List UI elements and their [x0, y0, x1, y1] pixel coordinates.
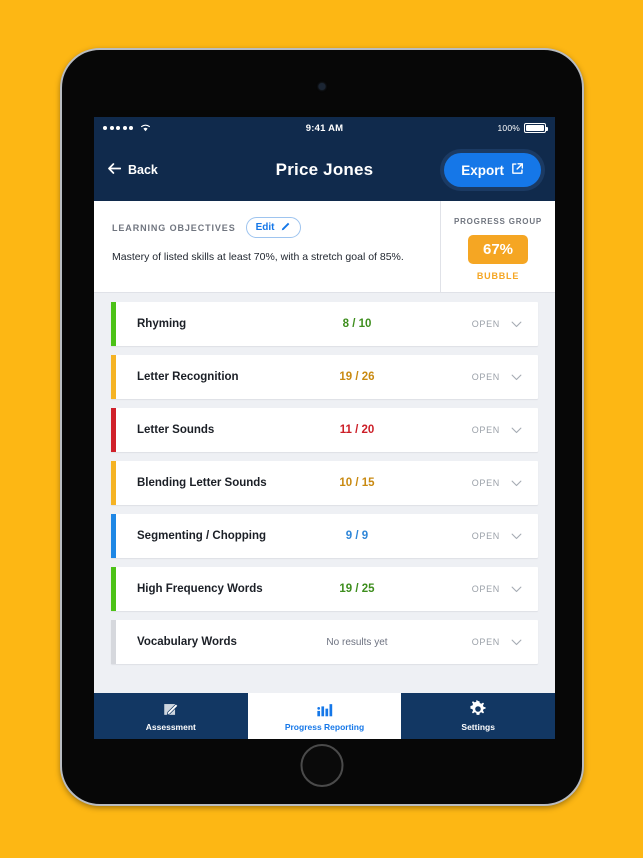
arrow-left-icon: [108, 163, 122, 177]
learning-objectives-text: Mastery of listed skills at least 70%, w…: [112, 251, 404, 263]
bar-chart-icon: [316, 701, 334, 718]
skill-status-bar: [111, 355, 116, 399]
skill-name: Segmenting / Chopping: [137, 530, 267, 542]
skill-open-control[interactable]: OPEN: [472, 478, 522, 488]
skill-score: 9 / 9: [345, 530, 369, 542]
skill-row[interactable]: Blending Letter Sounds 10 / 15 OPEN: [111, 461, 538, 505]
progress-group-caption: BUBBLE: [476, 271, 520, 281]
skill-row[interactable]: High Frequency Words 19 / 25 OPEN: [111, 567, 538, 611]
skill-open-control[interactable]: OPEN: [472, 372, 522, 382]
skill-status-bar: [111, 302, 116, 346]
skill-open-control[interactable]: OPEN: [472, 637, 522, 647]
skill-row[interactable]: Letter Sounds 11 / 20 OPEN: [111, 408, 538, 452]
chevron-down-icon: [511, 533, 522, 540]
status-bar-time: 9:41 AM: [305, 122, 344, 134]
skill-open-label: OPEN: [471, 531, 500, 541]
skill-score: 11 / 20: [339, 424, 375, 436]
skill-score: 19 / 26: [339, 371, 375, 383]
navigation-bar: Back Price Jones Export: [94, 139, 555, 201]
skill-open-control[interactable]: OPEN: [472, 531, 522, 541]
progress-group-label: PROGRESS GROUP: [453, 217, 543, 226]
back-button-label: Back: [128, 163, 158, 177]
chevron-down-icon: [511, 480, 522, 486]
battery-percent-label: 100%: [497, 123, 521, 133]
skill-status-bar: [111, 408, 116, 452]
learning-objectives-content: LEARNING OBJECTIVES Edit Mastery of list…: [94, 201, 440, 292]
gear-icon: [469, 699, 487, 718]
chevron-down-icon: [511, 427, 522, 433]
external-link-icon: [511, 162, 524, 178]
wifi-icon: [140, 123, 151, 134]
learning-objectives-label: LEARNING OBJECTIVES: [112, 222, 236, 233]
skill-open-control[interactable]: OPEN: [472, 425, 522, 435]
skill-open-label: OPEN: [471, 425, 500, 435]
pencil-square-icon: [162, 701, 180, 718]
home-button[interactable]: [300, 744, 344, 787]
chevron-down-icon: [511, 480, 522, 487]
skill-score: 10 / 15: [339, 477, 375, 489]
learning-objectives-panel: LEARNING OBJECTIVES Edit Mastery of list…: [94, 201, 555, 293]
learning-objectives-header: LEARNING OBJECTIVES Edit: [112, 217, 422, 238]
bottom-tab-bar: Assessment Progress Reporting Settings: [94, 693, 555, 739]
skill-status-bar: [111, 567, 116, 611]
battery-full-icon: [524, 123, 549, 133]
skill-score: No results yet: [326, 636, 388, 648]
skill-name: Rhyming: [137, 318, 187, 330]
skill-status-bar: [111, 514, 116, 558]
skill-open-control[interactable]: OPEN: [472, 584, 522, 594]
skill-name: Letter Sounds: [137, 424, 215, 436]
chevron-down-icon: [511, 321, 522, 328]
chevron-down-icon: [511, 586, 522, 593]
pencil-icon: [281, 221, 291, 234]
tab-label: Progress Reporting: [284, 721, 365, 732]
tab-settings[interactable]: Settings: [401, 693, 555, 739]
skill-name: Letter Recognition: [137, 371, 239, 383]
chevron-down-icon: [511, 374, 522, 381]
status-bar: 9:41 AM 100%: [94, 117, 555, 139]
skill-open-label: OPEN: [471, 319, 500, 329]
chevron-down-icon: [511, 639, 522, 645]
skill-row[interactable]: Segmenting / Chopping 9 / 9 OPEN: [111, 514, 538, 558]
skill-row[interactable]: Vocabulary Words No results yet OPEN: [111, 620, 538, 664]
device-screen: 9:41 AM 100% Back Price Jones Export LEA…: [94, 117, 555, 739]
skill-status-bar: [111, 461, 116, 505]
skill-open-label: OPEN: [471, 478, 500, 488]
skill-score: 8 / 10: [342, 318, 372, 330]
export-button[interactable]: Export: [444, 153, 541, 187]
tablet-device-frame: 9:41 AM 100% Back Price Jones Export LEA…: [60, 48, 584, 806]
tab-label: Settings: [461, 721, 495, 732]
skill-name: High Frequency Words: [137, 583, 263, 595]
edit-objectives-button[interactable]: Edit: [245, 217, 301, 238]
front-camera-icon: [318, 83, 326, 90]
skill-name: Vocabulary Words: [137, 636, 237, 648]
chevron-down-icon: [511, 586, 522, 592]
progress-group-badge: 67%: [468, 235, 528, 264]
skill-open-label: OPEN: [471, 584, 500, 594]
tab-label: Assessment: [145, 721, 196, 732]
skill-open-control[interactable]: OPEN: [472, 319, 522, 329]
edit-button-label: Edit: [255, 222, 275, 233]
status-bar-right: 100%: [343, 123, 549, 133]
tab-assessment[interactable]: Assessment: [94, 693, 248, 739]
status-bar-left: [103, 123, 306, 134]
skill-open-label: OPEN: [471, 637, 500, 647]
chevron-down-icon: [511, 533, 522, 539]
skills-list: Rhyming 8 / 10 OPEN Letter Recognition 19 / …: [94, 293, 555, 692]
progress-group-panel: PROGRESS GROUP 67% BUBBLE: [440, 201, 555, 292]
skill-name: Blending Letter Sounds: [137, 477, 267, 489]
chevron-down-icon: [511, 427, 522, 434]
chevron-down-icon: [511, 639, 522, 646]
back-button[interactable]: Back: [108, 163, 158, 177]
skill-row[interactable]: Rhyming 8 / 10 OPEN: [111, 302, 538, 346]
skill-row[interactable]: Letter Recognition 19 / 26 OPEN: [111, 355, 538, 399]
chevron-down-icon: [511, 374, 522, 380]
chevron-down-icon: [511, 321, 522, 327]
skill-open-label: OPEN: [471, 372, 500, 382]
export-button-label: Export: [461, 162, 504, 178]
signal-dots-icon: [103, 126, 133, 130]
skill-status-bar: [111, 620, 116, 664]
tab-progress-reporting[interactable]: Progress Reporting: [247, 693, 402, 739]
skill-score: 19 / 25: [339, 583, 375, 595]
